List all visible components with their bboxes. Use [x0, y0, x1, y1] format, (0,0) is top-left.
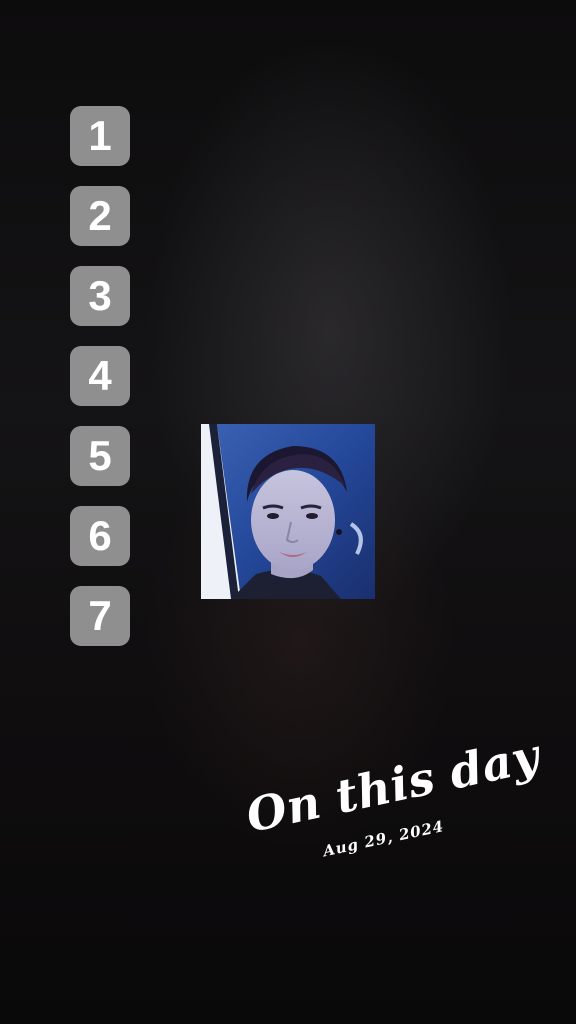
number-list: 1 2 3 4 5 6 7	[70, 106, 130, 666]
number-7[interactable]: 7	[70, 586, 130, 646]
photo-thumbnail[interactable]	[201, 424, 375, 599]
story-canvas: 1 2 3 4 5 6 7 On this day Aug 29, 2024	[0, 0, 576, 1024]
memory-sticker[interactable]: On this day Aug 29, 2024	[237, 710, 560, 909]
number-6[interactable]: 6	[70, 506, 130, 566]
number-3[interactable]: 3	[70, 266, 130, 326]
portrait-image	[201, 424, 375, 599]
number-4[interactable]: 4	[70, 346, 130, 406]
number-1[interactable]: 1	[70, 106, 130, 166]
memory-title: On this day	[241, 728, 545, 843]
number-5[interactable]: 5	[70, 426, 130, 486]
number-2[interactable]: 2	[70, 186, 130, 246]
